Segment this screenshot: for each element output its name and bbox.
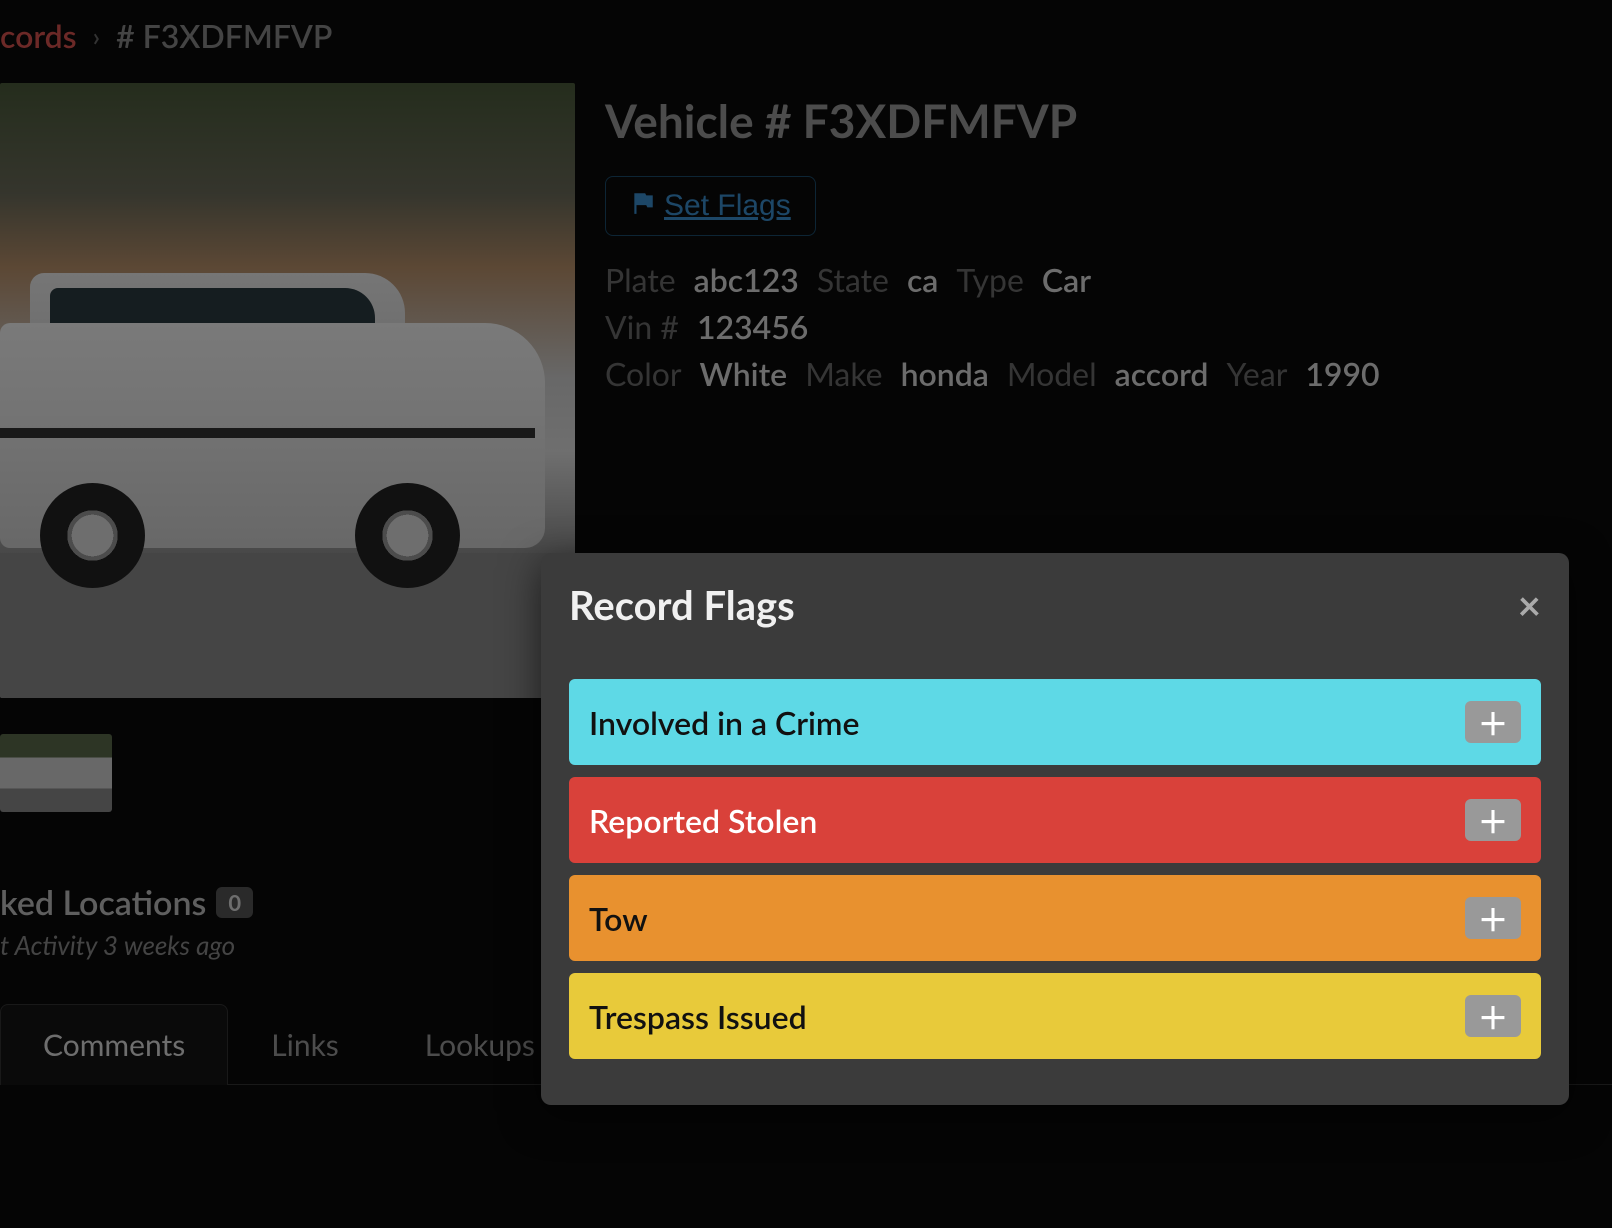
add-flag-button[interactable]: ＋ [1465, 995, 1521, 1037]
flag-label: Tow [589, 899, 648, 938]
flag-label: Trespass Issued [589, 997, 807, 1036]
record-flags-modal: Record Flags × Involved in a Crime＋Repor… [541, 553, 1569, 1105]
flag-item-3[interactable]: Trespass Issued ＋ [569, 973, 1541, 1059]
flag-item-0[interactable]: Involved in a Crime ＋ [569, 679, 1541, 765]
add-flag-button[interactable]: ＋ [1465, 799, 1521, 841]
flag-label: Reported Stolen [589, 801, 817, 840]
flag-item-1[interactable]: Reported Stolen ＋ [569, 777, 1541, 863]
plus-icon: ＋ [1478, 994, 1508, 1038]
flag-item-2[interactable]: Tow ＋ [569, 875, 1541, 961]
add-flag-button[interactable]: ＋ [1465, 897, 1521, 939]
modal-title: Record Flags [569, 581, 795, 629]
add-flag-button[interactable]: ＋ [1465, 701, 1521, 743]
plus-icon: ＋ [1478, 896, 1508, 940]
flag-label: Involved in a Crime [589, 703, 860, 742]
close-icon[interactable]: × [1518, 585, 1541, 625]
plus-icon: ＋ [1478, 700, 1508, 744]
plus-icon: ＋ [1478, 798, 1508, 842]
